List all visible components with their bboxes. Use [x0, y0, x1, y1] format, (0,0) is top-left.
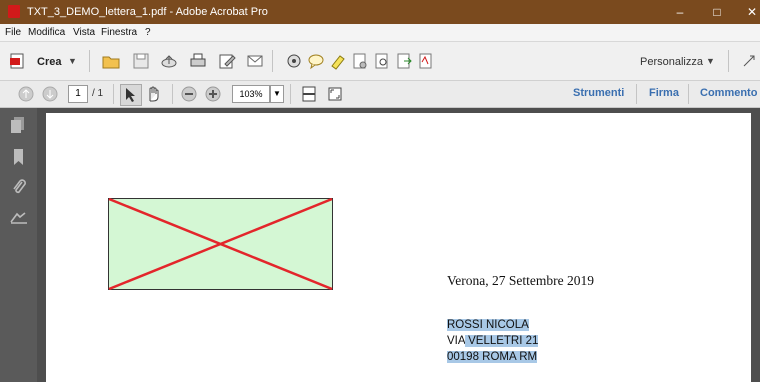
- menu-bar: File Modifica Vista Finestra ?: [0, 24, 760, 42]
- pages-panel-icon[interactable]: [10, 116, 26, 134]
- image-placeholder: [108, 198, 333, 290]
- navigation-toolbar: 1 / 1 103% ▼ Strumenti Firma Commento: [0, 81, 760, 108]
- separator: [89, 50, 90, 72]
- menu-finestra[interactable]: Finestra: [101, 27, 137, 38]
- crea-button[interactable]: [9, 52, 31, 70]
- select-tool-button[interactable]: [120, 84, 142, 106]
- strumenti-tab[interactable]: Strumenti: [573, 87, 624, 99]
- scan-icon[interactable]: [373, 52, 391, 70]
- expand-toolbar-icon[interactable]: [740, 52, 758, 70]
- commento-tab[interactable]: Commento: [700, 87, 757, 99]
- zoom-out-icon[interactable]: [181, 86, 197, 102]
- next-page-icon[interactable]: [42, 86, 58, 102]
- prev-page-icon[interactable]: [18, 86, 34, 102]
- email-icon[interactable]: [246, 52, 264, 70]
- personalizza-button[interactable]: Personalizza: [640, 56, 703, 68]
- zoom-in-icon[interactable]: [205, 86, 221, 102]
- fit-page-icon[interactable]: [301, 86, 317, 102]
- title-bar: TXT_3_DEMO_lettera_1.pdf - Adobe Acrobat…: [0, 0, 760, 24]
- menu-file[interactable]: File: [5, 27, 21, 38]
- attachments-panel-icon[interactable]: [11, 178, 27, 196]
- separator: [290, 84, 291, 104]
- zoom-level-input[interactable]: 103%: [232, 85, 270, 103]
- recipient-name: ROSSI NICOLA: [447, 319, 529, 331]
- redact-icon[interactable]: [351, 52, 369, 70]
- maximize-button[interactable]: □: [702, 0, 732, 24]
- select-arrow-icon: [126, 88, 135, 102]
- separator: [172, 84, 173, 104]
- page-total-label: / 1: [92, 88, 104, 99]
- crea-dropdown-icon[interactable]: ▼: [68, 56, 77, 66]
- firma-tab[interactable]: Firma: [649, 87, 679, 99]
- navigation-pane: [0, 108, 37, 382]
- upload-icon[interactable]: [160, 52, 178, 70]
- menu-help[interactable]: ?: [145, 27, 151, 38]
- save-icon[interactable]: [132, 52, 150, 70]
- main-toolbar: Crea ▼ Personalizza ▼: [0, 42, 760, 81]
- separator: [688, 84, 689, 104]
- recipient-street-prefix: VIA: [447, 335, 465, 347]
- recipient-street: VELLETRI 21: [464, 335, 539, 347]
- gear-icon[interactable]: [285, 52, 303, 70]
- sign-icon[interactable]: [417, 52, 435, 70]
- personalizza-dropdown-icon[interactable]: ▼: [706, 56, 715, 66]
- letter-date: Verona, 27 Settembre 2019: [447, 273, 594, 288]
- recipient-address: ROSSI NICOLA VIA VELLETRI 21 00198 ROMA …: [447, 317, 539, 365]
- separator: [113, 84, 114, 104]
- close-button[interactable]: ✕: [737, 0, 760, 24]
- pdf-page: Verona, 27 Settembre 2019 ROSSI NICOLA V…: [46, 113, 751, 382]
- hand-icon[interactable]: [145, 85, 163, 103]
- page-number-input[interactable]: 1: [68, 85, 88, 103]
- window-title: TXT_3_DEMO_lettera_1.pdf - Adobe Acrobat…: [27, 6, 268, 18]
- minimize-button[interactable]: –: [665, 0, 695, 24]
- separator: [636, 84, 637, 104]
- crea-label[interactable]: Crea: [37, 56, 61, 68]
- export-icon[interactable]: [395, 52, 413, 70]
- app-icon: [8, 5, 20, 18]
- separator: [728, 50, 729, 72]
- fullscreen-icon[interactable]: [327, 86, 343, 102]
- comment-icon[interactable]: [307, 52, 325, 70]
- edit-icon[interactable]: [218, 52, 236, 70]
- print-icon[interactable]: [189, 52, 207, 70]
- highlight-icon[interactable]: [329, 52, 347, 70]
- open-folder-icon[interactable]: [102, 52, 120, 70]
- separator: [272, 50, 273, 72]
- menu-modifica[interactable]: Modifica: [28, 27, 65, 38]
- crea-icon: [10, 53, 24, 69]
- menu-vista[interactable]: Vista: [73, 27, 95, 38]
- bookmarks-panel-icon[interactable]: [12, 148, 26, 166]
- signatures-panel-icon[interactable]: [9, 211, 29, 225]
- recipient-city: 00198 ROMA RM: [447, 351, 538, 363]
- zoom-dropdown-icon[interactable]: ▼: [270, 85, 284, 103]
